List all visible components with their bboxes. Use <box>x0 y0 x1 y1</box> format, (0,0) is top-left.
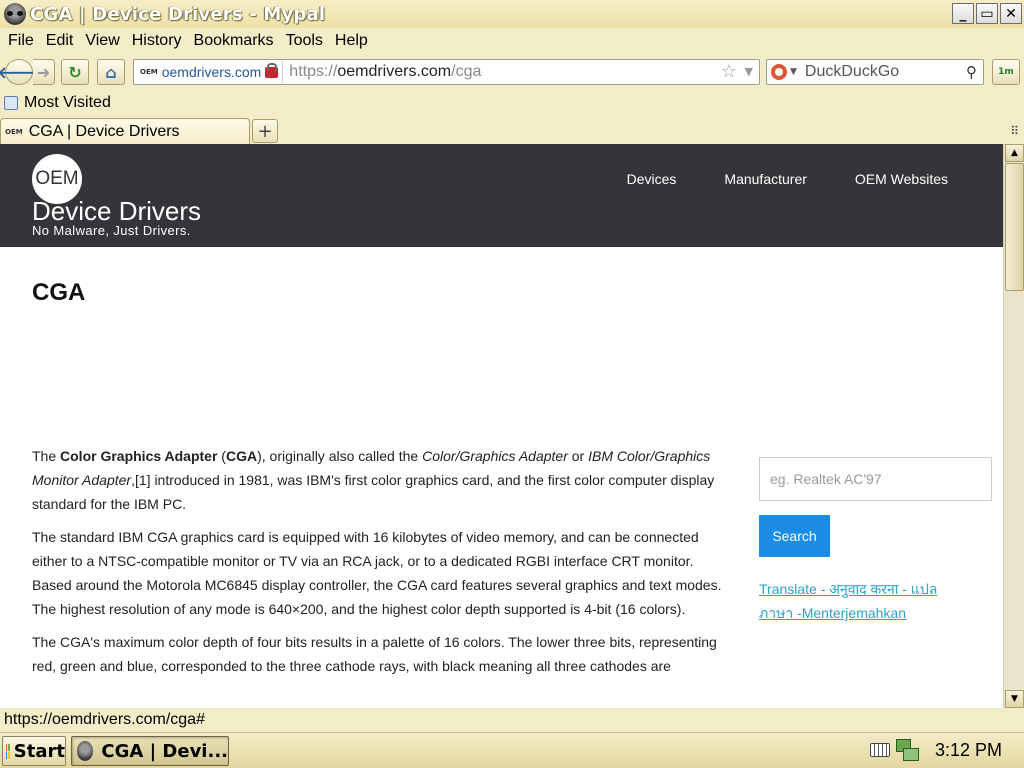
status-link-text: https://oemdrivers.com/cga# <box>4 711 205 728</box>
reload-icon: ↻ <box>68 62 82 82</box>
search-placeholder: DuckDuckGo <box>804 63 900 80</box>
site-domain: oemdrivers.com <box>161 64 262 80</box>
mypal-task-icon <box>77 741 94 761</box>
site-identity[interactable]: OEM oemdrivers.com <box>136 61 284 83</box>
url-bar[interactable]: OEM oemdrivers.com https://oemdrivers.co… <box>133 59 760 85</box>
driver-search-input[interactable] <box>759 457 992 501</box>
lock-warning-icon <box>265 62 279 78</box>
network-tray-icon[interactable] <box>896 739 919 761</box>
close-button[interactable]: ✕ <box>1000 3 1022 24</box>
text-run-bold: Color Graphics Adapter <box>60 448 218 464</box>
scroll-thumb[interactable] <box>1005 163 1024 291</box>
home-button[interactable]: ⌂ <box>97 59 125 85</box>
most-visited-icon <box>4 96 18 110</box>
window-controls: _ ▭ ✕ <box>952 3 1022 24</box>
start-label: Start <box>13 740 65 762</box>
tab-active[interactable]: OEM CGA | Device Drivers <box>0 118 250 144</box>
text-run: ( <box>217 448 226 464</box>
mypal-app-icon[interactable] <box>4 3 26 25</box>
tab-list-icon[interactable]: ⠿ <box>1010 124 1019 138</box>
page-title: CGA <box>32 279 86 306</box>
back-button[interactable]: 🡐 <box>0 59 40 85</box>
menu-bar: File Edit View History Bookmarks Tools H… <box>0 28 1024 53</box>
article-paragraph-1: The Color Graphics Adapter (CGA), origin… <box>32 444 732 516</box>
engine-dropdown-icon[interactable]: ▼ <box>790 67 797 77</box>
reload-button[interactable]: ↻ <box>61 59 89 85</box>
driver-search-button[interactable]: Search <box>759 515 830 557</box>
new-tab-button[interactable]: + <box>252 119 278 143</box>
site-favicon-icon: OEM <box>140 68 158 76</box>
window-title: CGA | Device Drivers - Mypal <box>30 3 326 25</box>
nav-devices[interactable]: Devices <box>627 171 677 187</box>
scroll-up-icon[interactable]: ▲ <box>1005 144 1024 162</box>
text-run: The <box>32 448 61 464</box>
page-scrollbar[interactable]: ▲ ▼ <box>1003 144 1024 708</box>
bookmark-most-visited[interactable]: Most Visited <box>24 94 111 112</box>
forward-button[interactable]: ➜ <box>33 59 55 85</box>
forward-arrow-icon: ➜ <box>36 62 51 82</box>
addon-button[interactable]: 1m <box>992 59 1020 85</box>
article-paragraph-2: The standard IBM CGA graphics card is eq… <box>32 529 722 617</box>
search-icon[interactable]: ⚲ <box>966 63 977 81</box>
url-scheme: https:// <box>289 63 338 80</box>
article-paragraph-3: The CGA's maximum color depth of four bi… <box>32 634 717 674</box>
status-bar: https://oemdrivers.com/cga# <box>0 708 1024 732</box>
restore-button[interactable]: ▭ <box>976 3 998 24</box>
bookmarks-toolbar: Most Visited <box>0 91 1024 115</box>
title-bar: CGA | Device Drivers - Mypal _ ▭ ✕ <box>0 0 1024 28</box>
taskbar: Start CGA | Devi... 3:12 PM <box>0 732 1024 768</box>
menu-tools[interactable]: Tools <box>282 32 327 50</box>
menu-view[interactable]: View <box>81 32 123 50</box>
article-body: The Color Graphics Adapter (CGA), origin… <box>32 444 732 687</box>
url-host: oemdrivers.com <box>337 63 452 80</box>
menu-history[interactable]: History <box>128 32 186 50</box>
duckduckgo-icon[interactable] <box>771 64 787 80</box>
menu-bookmarks[interactable]: Bookmarks <box>190 32 278 50</box>
minimize-button[interactable]: _ <box>952 3 974 24</box>
navigation-toolbar: 🡐 ➜ ↻ ⌂ OEM oemdrivers.com https://oemdr… <box>0 57 1024 87</box>
url-text[interactable]: https://oemdrivers.com/cga <box>289 63 481 81</box>
menu-edit[interactable]: Edit <box>42 32 78 50</box>
text-run: ), originally also called the <box>257 448 423 464</box>
tray-clock[interactable]: 3:12 PM <box>935 740 1002 761</box>
tab-favicon-icon: OEM <box>5 127 23 136</box>
tab-strip: OEM CGA | Device Drivers + ⠿ <box>0 116 1024 144</box>
windows-flag-icon <box>6 743 10 759</box>
site-nav: Devices Manufacturer OEM Websites <box>627 171 948 187</box>
text-run: or <box>567 448 589 464</box>
nav-oem-websites[interactable]: OEM Websites <box>855 171 948 187</box>
nav-manufacturer[interactable]: Manufacturer <box>724 171 806 187</box>
keyboard-tray-icon[interactable] <box>870 743 890 757</box>
translate-link[interactable]: Translate - अनुवाद करना - แปลภาษา -Mente… <box>759 577 969 625</box>
home-icon: ⌂ <box>105 62 117 82</box>
text-run: ,[1] introduced in 1981, was IBM's first… <box>32 472 715 512</box>
menu-help[interactable]: Help <box>331 32 372 50</box>
web-content: OEM Device Drivers No Malware, Just Driv… <box>0 144 1003 708</box>
search-bar[interactable]: ▼ DuckDuckGo ⚲ <box>766 59 984 85</box>
start-button[interactable]: Start <box>2 736 66 766</box>
site-tagline: No Malware, Just Drivers. <box>32 223 191 238</box>
text-run-italic: Color/Graphics Adapter <box>422 448 568 464</box>
site-header: OEM Device Drivers No Malware, Just Driv… <box>0 144 1003 247</box>
menu-file[interactable]: File <box>4 32 38 50</box>
taskbar-window-label: CGA | Devi... <box>101 740 228 762</box>
text-run-bold: CGA <box>225 448 258 464</box>
scroll-down-icon[interactable]: ▼ <box>1005 690 1024 708</box>
taskbar-window-button[interactable]: CGA | Devi... <box>71 736 229 766</box>
tab-label: CGA | Device Drivers <box>28 122 180 140</box>
url-path: /cga <box>451 63 482 80</box>
url-dropdown-icon[interactable]: ▼ <box>745 65 753 78</box>
bookmark-star-icon[interactable]: ☆ <box>721 61 737 82</box>
